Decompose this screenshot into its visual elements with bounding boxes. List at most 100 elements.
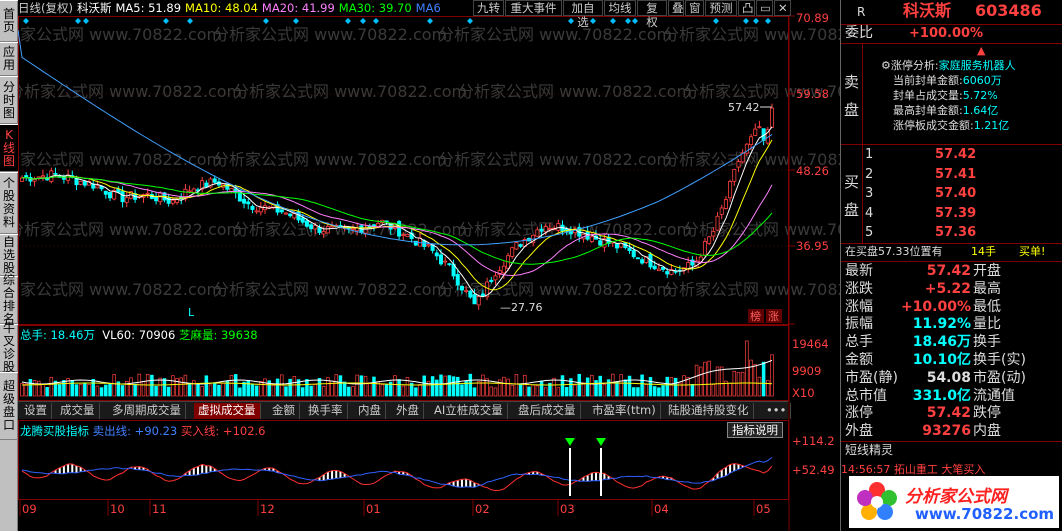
stat-label-2: 市盈(动)	[973, 369, 1026, 386]
forecast-button[interactable]: 预测	[705, 0, 737, 16]
tab-8[interactable]: AI立桩成交量	[430, 403, 508, 419]
bid-row[interactable]: 4 57.39	[841, 205, 1062, 222]
bid-row[interactable]: 5 57.36	[841, 224, 1062, 241]
volume-bar	[171, 375, 175, 397]
volume-bar	[699, 366, 703, 397]
volume-bar	[49, 376, 54, 397]
event-diamond-icon	[590, 18, 596, 24]
tab-12[interactable]: •••	[762, 403, 792, 419]
tab-3[interactable]: 虚拟成交量	[194, 403, 261, 419]
candle-body	[170, 199, 175, 204]
indicator-explain-button[interactable]: 指标说明	[727, 422, 783, 438]
candle-body	[53, 173, 58, 175]
volume-bar	[619, 374, 623, 397]
stat-value: 93276	[922, 423, 971, 440]
volume-bar	[338, 375, 343, 397]
buy-line-label: 买入线: +102.6	[180, 424, 266, 438]
volume-bar	[212, 382, 217, 397]
tab-6[interactable]: 内盘	[354, 403, 386, 419]
volume-bar	[368, 382, 372, 397]
volume-bar	[435, 379, 439, 397]
add-watchlist-button[interactable]: 加自选	[563, 0, 603, 29]
tab-4[interactable]: 金额	[268, 403, 300, 419]
logo-url: www.70822.com	[915, 505, 1055, 523]
vol-ma-line	[21, 359, 773, 385]
tab-1[interactable]: 成交量	[56, 403, 100, 419]
limit-row-label: 封单占成交量:	[893, 89, 963, 102]
sidebar-tab-ranking[interactable]: 综合排名	[0, 274, 18, 326]
volume-bar	[271, 385, 276, 397]
volume-bar	[334, 374, 338, 397]
bid-row[interactable]: 2 57.41	[841, 166, 1062, 183]
candle-body	[556, 223, 561, 231]
volume-bar	[120, 385, 125, 397]
kline-chart[interactable]: 分析家公式网 www.70822.com分析家公式网 www.70822.com…	[18, 0, 840, 531]
date-label: 03	[560, 502, 575, 516]
volume-bar	[74, 384, 79, 397]
stat-value: 57.42	[926, 405, 971, 422]
tab-0[interactable]: 设置	[20, 403, 52, 419]
candle-body	[120, 191, 125, 203]
volume-bar	[87, 384, 91, 397]
quote-stock-code: 603486	[975, 1, 1042, 20]
volume-bar	[749, 359, 753, 397]
volume-bar	[598, 375, 602, 397]
tab-9[interactable]: 盘后成交量	[514, 403, 581, 419]
collapse-icon[interactable]: ▲	[977, 44, 985, 57]
pin-icon[interactable]: 凸	[738, 0, 755, 16]
limit-row-value: 1.64亿	[962, 104, 999, 117]
ma-button[interactable]: 均线	[604, 0, 636, 16]
tab-10[interactable]: 市盈率(ttm)	[588, 403, 661, 419]
volume-bar	[573, 384, 577, 397]
limit-reason[interactable]: 家庭服务机器人	[939, 59, 1016, 72]
tab-7[interactable]: 外盘	[392, 403, 424, 419]
sidebar-tab-kline[interactable]: K线图	[0, 124, 18, 172]
tab-11[interactable]: 陆股通持股变化	[664, 403, 754, 419]
candle-body	[124, 197, 129, 203]
jiuzhuan-button[interactable]: 九转	[473, 0, 504, 16]
sidebar-tab-apps[interactable]: 应用	[0, 42, 18, 76]
tag-text: 涨	[768, 310, 779, 323]
tab-2[interactable]: 多周期成交量	[108, 403, 186, 419]
event-diamond-icon	[753, 18, 759, 24]
candle-body	[254, 210, 259, 213]
candle-body	[279, 209, 284, 213]
sidebar-tab-diagnosis[interactable]: 牛叉诊股	[0, 322, 18, 374]
watermark-text: 分析家公式网 www.70822.com	[438, 25, 672, 44]
volume-bar	[430, 376, 435, 397]
period-mode[interactable]: 日线(复权)	[18, 1, 73, 15]
volume-bar	[577, 373, 582, 397]
candle-body	[640, 259, 645, 264]
sidebar-tab-watchlist[interactable]: 自选股	[0, 234, 18, 276]
sidebar-tab-home[interactable]: 首页	[0, 0, 18, 42]
rights-button[interactable]: 复权	[637, 0, 667, 29]
sidebar-tab-stock-info[interactable]: 个股资料	[0, 172, 18, 234]
window-button[interactable]: 窗	[685, 0, 704, 16]
overlay-button[interactable]: 叠	[668, 0, 684, 16]
stat-label: 涨幅	[845, 298, 873, 315]
candle-body	[589, 236, 594, 242]
bid-row[interactable]: 1 57.42	[841, 146, 1062, 163]
major-events-button[interactable]: 重大事件	[505, 0, 562, 16]
close-icon[interactable]: ✕	[774, 0, 791, 16]
sell-line	[21, 457, 773, 488]
volume-bar	[133, 383, 137, 397]
volume-bar	[682, 375, 686, 397]
restore-icon[interactable]: ▭	[756, 0, 773, 16]
volume-bar	[707, 360, 711, 397]
volume-bar	[640, 374, 644, 397]
sidebar-tab-time-share[interactable]: 分时图	[0, 76, 18, 124]
stat-row: 总手 18.46万 换手	[841, 334, 1062, 351]
candle-body	[707, 236, 712, 244]
sidebar-tab-super-pankou[interactable]: 超级盘口	[0, 372, 18, 440]
candle-body	[501, 265, 506, 274]
volume-bar	[363, 376, 368, 397]
event-diamond-icon	[23, 18, 29, 24]
bid-row[interactable]: 3 57.40	[841, 185, 1062, 202]
volume-bar	[242, 381, 246, 397]
volume-bar	[192, 380, 196, 397]
volume-bar	[456, 376, 460, 397]
tab-5[interactable]: 换手率	[304, 403, 348, 419]
volume-bar	[418, 384, 422, 397]
candle-body	[757, 126, 762, 129]
